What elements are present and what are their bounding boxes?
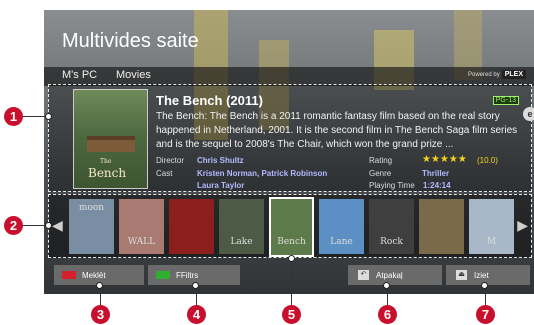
callout-dot <box>481 282 488 289</box>
thumbnail-item[interactable]: WALL <box>119 199 164 254</box>
genre-value: Thriller <box>422 169 450 178</box>
thumbnail-label: Rock <box>380 237 403 247</box>
thumbnail-strip: ◀ moon WALL Lake Bench Lane Rock M ▶ <box>48 194 532 258</box>
callout-dot <box>45 113 52 120</box>
callout-dot <box>45 222 52 229</box>
thumbnail-label: WALL <box>127 237 156 247</box>
callout-dot <box>288 255 295 262</box>
thumbnail-label: Bench <box>277 237 306 247</box>
back-key-icon: ↶ <box>358 270 369 280</box>
callout-line <box>291 258 292 305</box>
back-button-label: Atpakaļ <box>376 271 403 280</box>
plex-brand: PLEX <box>501 70 526 79</box>
thumbnail-label: M <box>486 237 497 247</box>
callout-6: 6 <box>378 305 397 324</box>
breadcrumb-server[interactable]: M's PC <box>62 69 97 81</box>
rating-label: Rating <box>369 156 393 165</box>
rating-value: (10.0) <box>477 156 498 165</box>
scroll-handle-icon[interactable]: e <box>523 107 534 121</box>
director-value: Chris Shultz <box>197 156 244 165</box>
poster-title-small: The <box>100 158 112 165</box>
chevron-right-icon[interactable]: ▶ <box>517 217 528 234</box>
red-key-icon <box>62 271 76 279</box>
exit-key-icon: ⏏ <box>456 270 467 280</box>
movie-info-panel: The Bench The Bench (2011) PG-13 e The B… <box>48 84 534 192</box>
thumbnail-item[interactable]: Lake <box>219 199 264 254</box>
thumbnail-item[interactable]: Rock <box>369 199 414 254</box>
page-title: Multivides saite <box>62 30 199 52</box>
callout-3: 3 <box>91 305 110 324</box>
callout-2: 2 <box>4 216 23 235</box>
callout-dot <box>96 282 103 289</box>
director-label: Director <box>156 156 185 165</box>
movie-poster: The Bench <box>73 89 148 189</box>
exit-button[interactable]: ⏏ Iziet <box>446 265 530 285</box>
search-button-label: Meklēt <box>82 271 106 280</box>
callout-dot <box>383 282 390 289</box>
green-key-icon <box>156 271 170 279</box>
content-rating-badge: PG-13 <box>492 96 519 105</box>
thumbnail-label: Lake <box>230 237 253 247</box>
thumbnail-label: moon <box>78 203 105 213</box>
thumbnail-item[interactable]: Bench <box>269 197 314 257</box>
star-rating-icon: ★★★★★ <box>422 154 467 165</box>
genre-label: Genre <box>369 169 392 178</box>
thumbnail-item[interactable]: M <box>469 199 514 254</box>
playtime-label: Playing Time <box>369 181 415 190</box>
callout-5: 5 <box>282 305 301 324</box>
movie-title: The Bench (2011) <box>156 93 263 108</box>
thumbnail-item[interactable] <box>169 199 214 254</box>
thumbnail-item[interactable] <box>419 199 464 254</box>
callout-4: 4 <box>187 305 206 324</box>
filter-button-label: FFiltrs <box>176 271 199 280</box>
back-button[interactable]: ↶ Atpakaļ <box>348 265 442 285</box>
exit-button-label: Iziet <box>474 271 489 280</box>
movie-synopsis: The Bench: The Bench is a 2011 romantic … <box>156 111 518 150</box>
cast-value-continued: Laura Taylor <box>197 181 245 190</box>
thumbnail-item[interactable]: Lane <box>319 199 364 254</box>
callout-1: 1 <box>4 107 23 126</box>
playtime-value: 1:24:14 <box>423 181 451 190</box>
thumbnail-label: Lane <box>330 237 353 247</box>
thumbnail-item[interactable]: moon <box>69 199 114 254</box>
breadcrumb-section[interactable]: Movies <box>116 69 151 81</box>
chevron-left-icon[interactable]: ◀ <box>52 217 63 234</box>
cast-label: Cast <box>156 169 173 178</box>
bench-graphic <box>87 136 135 152</box>
powered-by-text: Powered by <box>468 72 500 78</box>
callout-dot <box>192 282 199 289</box>
cast-value: Kristen Norman, Patrick Robinson <box>197 169 328 178</box>
poster-title: Bench <box>88 166 127 180</box>
plex-logo: Powered by PLEX <box>468 70 526 79</box>
callout-7: 7 <box>476 305 495 324</box>
